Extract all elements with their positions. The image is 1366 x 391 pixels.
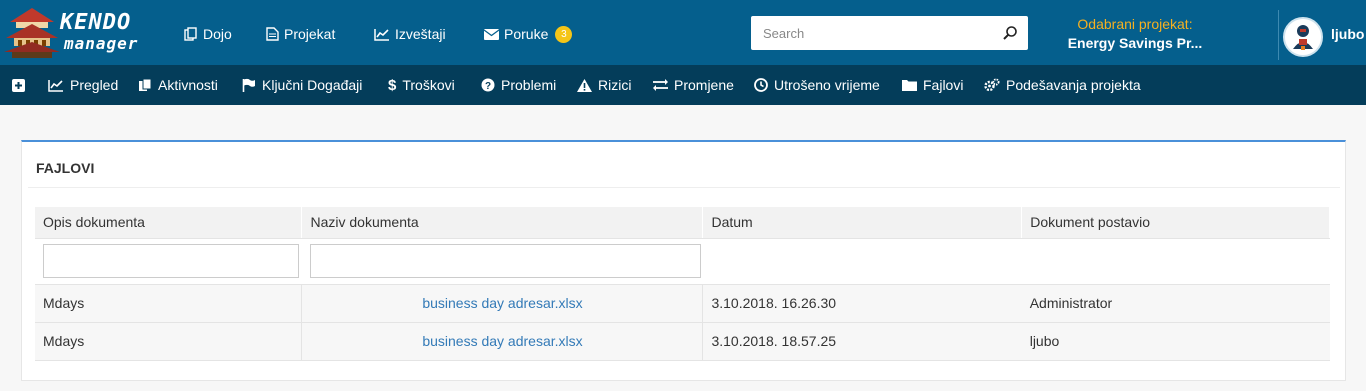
cell-date: 3.10.2018. 18.57.25 <box>702 322 1022 361</box>
cell-date: 3.10.2018. 16.26.30 <box>702 284 1022 323</box>
subnav-utroseno-vrijeme[interactable]: Utrošeno vrijeme <box>754 65 880 105</box>
clock-icon <box>754 78 768 92</box>
subnav-add[interactable] <box>12 65 25 105</box>
subnav-promjene-label: Promjene <box>674 77 734 93</box>
messages-count-badge: 3 <box>555 25 573 43</box>
svg-text:?: ? <box>485 81 491 92</box>
line-chart-icon <box>48 79 63 92</box>
gears-icon <box>984 78 1000 92</box>
filter-description-input[interactable] <box>43 244 299 278</box>
subnav-aktivnosti-label: Aktivnosti <box>158 77 218 93</box>
cell-description: Mdays <box>35 284 302 323</box>
subnav-kljucni-dogadjaji-label: Ključni Događaji <box>262 77 363 93</box>
warning-icon <box>577 78 592 92</box>
copy-icon <box>139 78 152 91</box>
panel-divider <box>28 187 1340 188</box>
table-row: Mdays business day adresar.xlsx 3.10.201… <box>35 284 1330 323</box>
filter-name-input[interactable] <box>309 244 701 278</box>
subnav-problemi[interactable]: ? Problemi <box>481 65 556 105</box>
question-circle-icon: ? <box>481 78 495 92</box>
topnav-dojo[interactable]: Dojo <box>184 24 232 44</box>
logo-title: KENDO <box>60 10 132 35</box>
column-header-date[interactable]: Datum <box>702 207 1023 239</box>
selected-project-label: Odabrani projekat: <box>1077 16 1193 32</box>
line-chart-icon <box>374 28 389 41</box>
table-row: Mdays business day adresar.xlsx 3.10.201… <box>35 322 1330 361</box>
subnav-fajlovi[interactable]: Fajlovi <box>902 65 963 105</box>
user-avatar[interactable] <box>1283 17 1323 57</box>
topnav-projekat[interactable]: Projekat <box>266 24 335 44</box>
subnav-rizici[interactable]: Rizici <box>577 65 631 105</box>
cell-uploader: ljubo <box>1021 322 1330 361</box>
copy-icon <box>184 27 197 41</box>
selected-project[interactable]: Odabrani projekat: Energy Savings Pr... <box>1060 16 1210 51</box>
subnav-problemi-label: Problemi <box>501 77 557 93</box>
pagoda-logo-icon <box>4 8 60 58</box>
subnav-aktivnosti[interactable]: Aktivnosti <box>138 65 218 105</box>
subnav-podesavanja-projekta-label: Podešavanja projekta <box>1006 77 1141 93</box>
cell-description: Mdays <box>35 322 302 361</box>
search-box <box>751 16 1028 50</box>
file-link[interactable]: business day adresar.xlsx <box>422 333 582 349</box>
subnav-pregled[interactable]: Pregled <box>48 65 118 105</box>
cell-uploader: Administrator <box>1021 284 1330 323</box>
subnav-pregled-label: Pregled <box>70 77 119 93</box>
top-header: KENDO manager Dojo Projekat Izveštaji Po… <box>0 0 1366 65</box>
topnav-poruke-label: Poruke <box>504 26 549 42</box>
cell-file: business day adresar.xlsx <box>301 284 704 323</box>
page-title: FAJLOVI <box>36 160 95 176</box>
subnav-fajlovi-label: Fajlovi <box>923 77 964 93</box>
column-header-uploader[interactable]: Dokument postavio <box>1021 207 1330 239</box>
username[interactable]: ljubo <box>1331 26 1364 42</box>
column-header-name[interactable]: Naziv dokumenta <box>301 207 704 239</box>
logo-subtitle: manager <box>64 34 139 53</box>
subnav-troskovi[interactable]: $ Troškovi <box>388 65 455 105</box>
header-divider <box>1278 10 1279 60</box>
subnav-promjene[interactable]: Promjene <box>653 65 734 105</box>
project-navigation: Pregled Aktivnosti Ključni Događaji $ Tr… <box>0 65 1366 105</box>
plus-square-icon <box>12 78 25 92</box>
user-avatar-icon <box>1285 19 1321 55</box>
topnav-projekat-label: Projekat <box>284 26 336 42</box>
cell-file: business day adresar.xlsx <box>301 322 704 361</box>
table-filter-row <box>35 238 1330 285</box>
file-link[interactable]: business day adresar.xlsx <box>422 295 582 311</box>
subnav-kljucni-dogadjaji[interactable]: Ključni Događaji <box>242 65 362 105</box>
subnav-utroseno-vrijeme-label: Utrošeno vrijeme <box>774 77 880 93</box>
envelope-icon <box>484 28 499 40</box>
file-icon <box>266 27 279 41</box>
topnav-izvestaji[interactable]: Izveštaji <box>374 24 446 44</box>
topnav-izvestaji-label: Izveštaji <box>395 26 446 42</box>
topnav-poruke[interactable]: Poruke 3 <box>484 24 573 44</box>
topnav-dojo-label: Dojo <box>203 26 232 42</box>
selected-project-name: Energy Savings Pr... <box>1067 35 1203 51</box>
dollar-icon: $ <box>388 76 397 94</box>
subnav-rizici-label: Rizici <box>598 77 632 93</box>
files-table: Opis dokumenta Naziv dokumenta Datum Dok… <box>35 207 1330 361</box>
folder-icon <box>902 80 917 91</box>
table-header-row: Opis dokumenta Naziv dokumenta Datum Dok… <box>35 207 1330 239</box>
search-icon[interactable] <box>1002 25 1018 41</box>
subnav-troskovi-label: Troškovi <box>402 77 455 93</box>
search-input[interactable] <box>751 16 991 50</box>
kendo-manager-logo[interactable]: KENDO manager <box>4 6 154 60</box>
flag-icon <box>242 78 255 92</box>
exchange-icon <box>653 79 668 91</box>
subnav-podesavanja-projekta[interactable]: Podešavanja projekta <box>984 65 1141 105</box>
column-header-description[interactable]: Opis dokumenta <box>35 207 303 239</box>
